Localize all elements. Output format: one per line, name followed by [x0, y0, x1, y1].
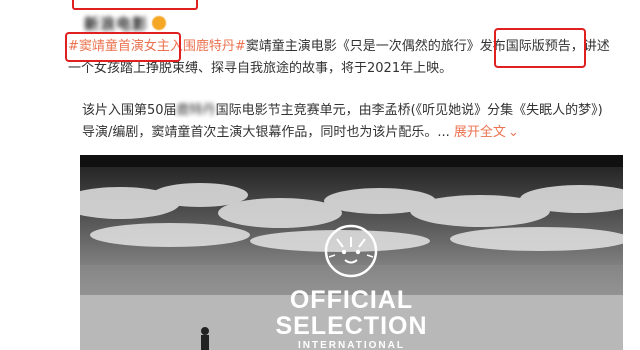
- poster-subtitle: INTERNATIONAL: [298, 340, 405, 350]
- post-line-3: 该片入围第50届鹿特丹国际电影节主竞赛单元，由李孟桥(《听见她说》分集《失眠人的…: [82, 100, 638, 122]
- post-line-3-text-a: 该片入围第50届: [82, 103, 177, 118]
- author-row: 新浪电影: [84, 12, 167, 34]
- expand-full-text-button[interactable]: 展开全文 ⌄: [454, 125, 519, 140]
- highlight-box-topic: [65, 32, 181, 62]
- highlight-box-top: [72, 0, 198, 10]
- blurred-text: 鹿特丹: [176, 103, 216, 118]
- post-line-4-text: 导演/编剧，窦靖童首次主演大银幕作品，同时也为该片配乐。...: [82, 125, 450, 140]
- verified-badge-icon: [152, 16, 167, 30]
- post-paragraph-2: 该片入围第50届鹿特丹国际电影节主竞赛单元，由李孟桥(《听见她说》分集《失眠人的…: [82, 100, 638, 144]
- post-line-4: 导演/编剧，窦靖童首次主演大银幕作品，同时也为该片配乐。... 展开全文 ⌄: [82, 122, 638, 144]
- poster-title-official: OFFICIAL: [289, 286, 414, 314]
- author-name[interactable]: 新浪电影: [84, 13, 148, 34]
- post-line-3-text-b: 国际电影节主竞赛单元，由李孟桥(《听见她说》分集《失眠人的梦》): [215, 103, 603, 118]
- expand-label: 展开全文: [453, 125, 506, 140]
- chevron-down-icon: ⌄: [507, 125, 519, 140]
- poster-title-selection: SELECTION: [275, 312, 428, 340]
- highlight-box-trailer: [494, 28, 586, 68]
- poster-image[interactable]: OFFICIAL SELECTION INTERNATIONAL: [80, 155, 623, 350]
